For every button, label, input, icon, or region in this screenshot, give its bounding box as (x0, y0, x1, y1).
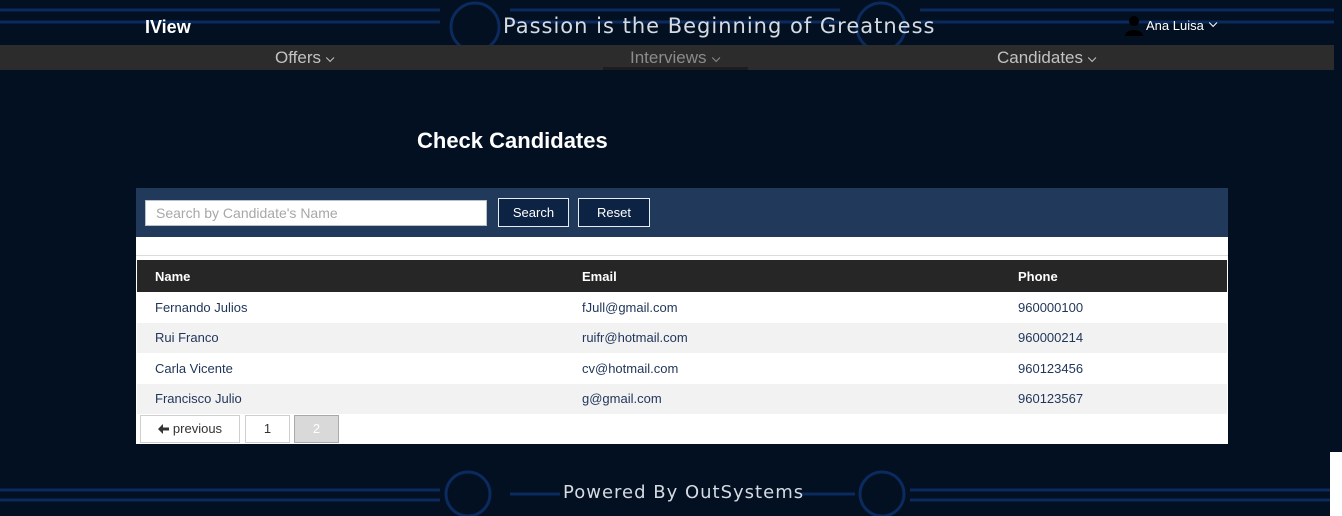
chevron-down-icon (325, 53, 335, 63)
user-name: Ana Luisa (1146, 17, 1204, 33)
menu-candidates[interactable]: Candidates (997, 45, 1097, 70)
active-menu-indicator (603, 67, 748, 70)
table-row[interactable]: Rui Franco ruifr@hotmail.com 960000214 (137, 322, 1227, 354)
header-slogan: Passion is the Beginning of Greatness (503, 14, 936, 38)
candidate-email: g@gmail.com (582, 391, 662, 407)
candidate-email: fJull@gmail.com (582, 299, 678, 315)
arrow-left-icon (157, 424, 169, 434)
table-row[interactable]: Fernando Julios fJull@gmail.com 96000010… (137, 292, 1227, 323)
candidate-email: cv@hotmail.com (582, 360, 679, 376)
column-header-email[interactable]: Email (564, 260, 1000, 292)
previous-page-button[interactable]: previous (140, 415, 240, 443)
candidate-name[interactable]: Francisco Julio (137, 384, 564, 415)
main-menu: Offers Interviews Candidates (0, 45, 1334, 70)
footer-powered-by: Powered By OutSystems (563, 482, 805, 503)
reset-button[interactable]: Reset (578, 198, 650, 227)
candidate-name[interactable]: Rui Franco (137, 323, 564, 354)
page-button-2[interactable]: 2 (294, 415, 339, 443)
user-menu[interactable]: Ana Luisa (1124, 14, 1218, 36)
top-header: IView Passion is the Beginning of Greatn… (0, 0, 1334, 45)
chevron-down-icon (1087, 53, 1097, 63)
menu-offers-label: Offers (275, 48, 321, 67)
column-header-phone[interactable]: Phone (1000, 260, 1227, 292)
user-icon (1125, 16, 1143, 36)
page-button-1[interactable]: 1 (245, 415, 290, 443)
table-row[interactable]: Carla Vicente cv@hotmail.com 960123456 (137, 353, 1227, 384)
search-button[interactable]: Search (498, 198, 569, 227)
candidate-phone: 960000100 (1018, 299, 1084, 315)
chevron-down-icon (1208, 18, 1218, 28)
candidate-search-input[interactable] (145, 200, 487, 226)
candidate-phone: 960000214 (1018, 330, 1084, 346)
candidate-email: ruifr@hotmail.com (582, 330, 688, 346)
candidate-phone: 960123567 (1018, 391, 1084, 407)
divider (136, 255, 1228, 256)
table-header-row: Name Email Phone (137, 260, 1227, 292)
candidate-phone: 960123456 (1018, 360, 1084, 376)
menu-offers[interactable]: Offers (275, 45, 335, 70)
page-title: Check Candidates (417, 128, 608, 153)
previous-label: previous (172, 421, 223, 436)
app-logo[interactable]: IView (145, 17, 191, 38)
candidate-name[interactable]: Fernando Julios (137, 292, 564, 323)
column-header-name[interactable]: Name (137, 260, 564, 292)
chevron-down-icon (711, 53, 720, 63)
table-row[interactable]: Francisco Julio g@gmail.com 960123567 (137, 383, 1227, 415)
candidates-panel: Search Reset Name Email Phone Fernando J… (136, 188, 1228, 444)
menu-interviews-label: Interviews (630, 48, 707, 67)
search-bar: Search Reset (136, 188, 1228, 237)
menu-candidates-label: Candidates (997, 48, 1084, 67)
edge-block (1330, 452, 1342, 516)
candidate-name[interactable]: Carla Vicente (137, 353, 564, 384)
candidates-table: Name Email Phone Fernando Julios fJull@g… (137, 260, 1227, 414)
